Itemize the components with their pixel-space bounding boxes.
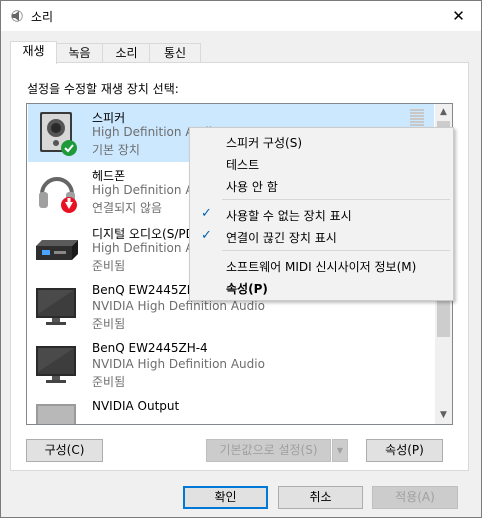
digital-audio-icon [36,240,78,260]
set-default-dropdown[interactable]: ▼ [332,439,348,462]
ok-button[interactable]: 확인 [183,486,268,509]
configure-button[interactable]: 구성(C) [26,439,103,462]
device-name: 헤드폰 [92,169,126,183]
tab-playback[interactable]: 재생 [10,41,57,64]
close-icon: ✕ [452,7,465,25]
tab-sounds[interactable]: 소리 [102,43,151,63]
speaker-icon [11,10,23,22]
set-default-button[interactable]: 기본값으로 설정(S) [206,439,331,462]
device-item-monitor[interactable]: BenQ EW2445ZH-4 NVIDIA High Definition A… [28,336,434,394]
menu-separator [222,250,450,251]
checkmark-icon: ✓ [201,228,212,243]
monitor-icon [36,288,76,325]
device-name: BenQ EW2445ZH-4 [92,341,208,355]
chevron-down-icon: ▼ [336,446,344,455]
window-title: 소리 [31,10,54,24]
scroll-down-icon[interactable]: ▼ [435,407,452,424]
instruction-label: 설정을 수정할 재생 장치 선택: [27,82,179,96]
monitor-icon [36,404,76,424]
device-status: 기본 장치 [92,143,140,157]
device-status: 준비됨 [92,259,126,273]
scroll-up-icon[interactable]: ▲ [435,104,452,121]
menu-item-test[interactable]: 테스트 [191,152,452,174]
properties-button[interactable]: 속성(P) [366,439,443,462]
close-button[interactable]: ✕ [436,1,481,31]
menu-item-show-disabled-devices[interactable]: ✓ 사용할 수 없는 장치 표시 [191,203,452,225]
device-name: 스피커 [92,111,126,125]
context-menu: 스피커 구성(S) 테스트 사용 안 함 ✓ 사용할 수 없는 장치 표시 ✓ … [189,127,454,301]
headphones-icon [39,177,77,213]
apply-button[interactable]: 적용(A) [372,486,458,509]
checkmark-icon: ✓ [201,206,212,221]
menu-item-configure-speakers[interactable]: 스피커 구성(S) [191,130,452,152]
default-check-icon [61,140,77,156]
device-description: NVIDIA High Definition Audio [92,357,265,371]
title-bar[interactable]: 소리 ✕ [1,1,481,31]
cancel-button[interactable]: 취소 [278,486,363,509]
device-description: NVIDIA High Definition Audio [92,299,265,313]
menu-item-midi-info[interactable]: 소프트웨어 MIDI 신시사이저 정보(M) [191,254,452,276]
device-status: 연결되지 않음 [92,201,163,215]
menu-item-properties[interactable]: 속성(P) [191,276,452,298]
tab-communications[interactable]: 통신 [149,43,201,63]
menu-item-disable[interactable]: 사용 안 함 [191,174,452,196]
device-status: 준비됨 [92,375,126,389]
menu-item-show-disconnected-devices[interactable]: ✓ 연결이 끊긴 장치 표시 [191,225,452,247]
menu-separator [222,199,450,200]
speaker-icon [40,112,77,156]
monitor-icon [36,346,76,383]
device-item-monitor[interactable]: NVIDIA Output [28,394,434,424]
device-name: NVIDIA Output [92,399,180,413]
device-status: 준비됨 [92,317,126,331]
tab-recording[interactable]: 녹음 [55,43,104,63]
